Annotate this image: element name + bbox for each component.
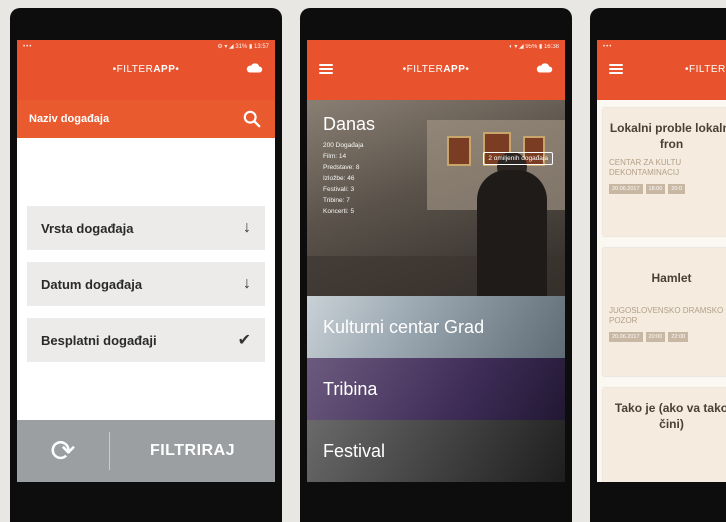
- status-indicators: ◐ ▾ ◢ 95% ▮ 16:38: [509, 44, 559, 50]
- app-logo: •FILTERAPP•: [402, 63, 470, 75]
- screen: ◐ ▾ ◢ 95% ▮ 16:38 •FILTERAPP• Danas 200 …: [307, 40, 565, 482]
- app-title-row: •FILTERAPP•: [307, 54, 565, 84]
- event-venue: JUGOSLOVENSKO DRAMSKO POZOR: [609, 306, 724, 325]
- bottom-action-bar: ⟳ FILTRIRAJ: [17, 420, 275, 482]
- checkmark-icon: ✔: [237, 332, 251, 349]
- event-title: Hamlet: [651, 271, 692, 285]
- filter-label: Besplatni događaji: [41, 332, 157, 348]
- refresh-icon[interactable]: ⟳: [17, 420, 109, 482]
- status-indicators: ⚙ ▾ ◢ 31% ▮ 13:57: [217, 44, 269, 50]
- hero-summary-list: 200 Događaja Film: 14 Predstave: 8 Izlož…: [323, 142, 364, 215]
- arrow-down-icon: ↓: [243, 219, 251, 236]
- screen: ••• •FILTER Lokalni proble lokalni fron …: [597, 40, 726, 482]
- category-tribina[interactable]: Tribina: [307, 358, 565, 420]
- filter-free-events[interactable]: Besplatni događaji ✔: [27, 318, 265, 362]
- favorites-badge[interactable]: 2 omiljenih događaja: [483, 152, 553, 165]
- event-card[interactable]: Lokalni proble lokalni fron CENTAR ZA KU…: [603, 108, 726, 236]
- event-card[interactable]: Tako je (ako va tako čini): [603, 388, 726, 482]
- event-title: Lokalni proble lokalni fron: [609, 121, 726, 151]
- cloud-icon[interactable]: [245, 62, 263, 74]
- filter-label: Datum događaja: [41, 276, 143, 292]
- event-list: Lokalni proble lokalni fron CENTAR ZA KU…: [597, 100, 726, 482]
- app-logo: •FILTERAPP•: [112, 63, 180, 75]
- app-bar: ◐ ▾ ◢ 95% ▮ 16:38 •FILTERAPP•: [307, 40, 565, 100]
- app-bar: ••• •FILTER: [597, 40, 726, 100]
- status-notifications: •••: [603, 44, 613, 50]
- hero-title: Danas: [323, 114, 376, 134]
- app-title-row: •FILTER: [597, 54, 726, 84]
- event-dates: 20.06.2017 20:00 22:00: [603, 326, 726, 348]
- event-venue: CENTAR ZA KULTU DEKONTAMINACIJ: [609, 158, 682, 177]
- filter-event-type[interactable]: Vrsta događaja ↓: [27, 206, 265, 250]
- status-bar: ••• ⚙ ▾ ◢ 31% ▮ 13:57: [17, 40, 275, 54]
- phone-filter-screen: ••• ⚙ ▾ ◢ 31% ▮ 13:57 •FILTERAPP• Naziv …: [10, 8, 282, 522]
- category-kulturni-centar[interactable]: Kulturni centar Grad: [307, 296, 565, 358]
- event-card[interactable]: Hamlet JUGOSLOVENSKO DRAMSKO POZOR 20.06…: [603, 248, 726, 376]
- filter-event-date[interactable]: Datum događaja ↓: [27, 262, 265, 306]
- status-notifications: •••: [23, 44, 33, 50]
- app-bar: ••• ⚙ ▾ ◢ 31% ▮ 13:57 •FILTERAPP•: [17, 40, 275, 100]
- arrow-down-icon: ↓: [243, 275, 251, 292]
- today-hero[interactable]: Danas 200 Događaja Film: 14 Predstave: 8…: [307, 100, 565, 296]
- phone-home-screen: ◐ ▾ ◢ 95% ▮ 16:38 •FILTERAPP• Danas 200 …: [300, 8, 572, 522]
- menu-icon[interactable]: [319, 64, 333, 74]
- filter-label: Vrsta događaja: [41, 220, 134, 236]
- filter-list: Vrsta događaja ↓ Datum događaja ↓ Bespla…: [27, 206, 265, 374]
- filter-button[interactable]: FILTRIRAJ: [110, 442, 275, 460]
- menu-icon[interactable]: [609, 64, 623, 74]
- event-title: Tako je (ako va tako čini): [614, 401, 726, 431]
- hero-photo-person: [477, 170, 547, 296]
- category-festival[interactable]: Festival: [307, 420, 565, 482]
- event-name-search[interactable]: Naziv događaja: [17, 100, 275, 138]
- status-bar: ◐ ▾ ◢ 95% ▮ 16:38: [307, 40, 565, 54]
- stage: ••• ⚙ ▾ ◢ 31% ▮ 13:57 •FILTERAPP• Naziv …: [0, 0, 726, 522]
- app-logo: •FILTER: [685, 63, 726, 75]
- phone-event-list-screen: ••• •FILTER Lokalni proble lokalni fron …: [590, 8, 726, 522]
- search-icon[interactable]: [243, 110, 261, 128]
- app-title-row: •FILTERAPP•: [17, 54, 275, 84]
- painting: [447, 136, 471, 166]
- screen: ••• ⚙ ▾ ◢ 31% ▮ 13:57 •FILTERAPP• Naziv …: [17, 40, 275, 482]
- search-label: Naziv događaja: [29, 113, 110, 125]
- status-bar: •••: [597, 40, 726, 54]
- cloud-icon[interactable]: [535, 62, 553, 74]
- event-dates: 20.06.2017 18:00 20:0: [603, 178, 726, 200]
